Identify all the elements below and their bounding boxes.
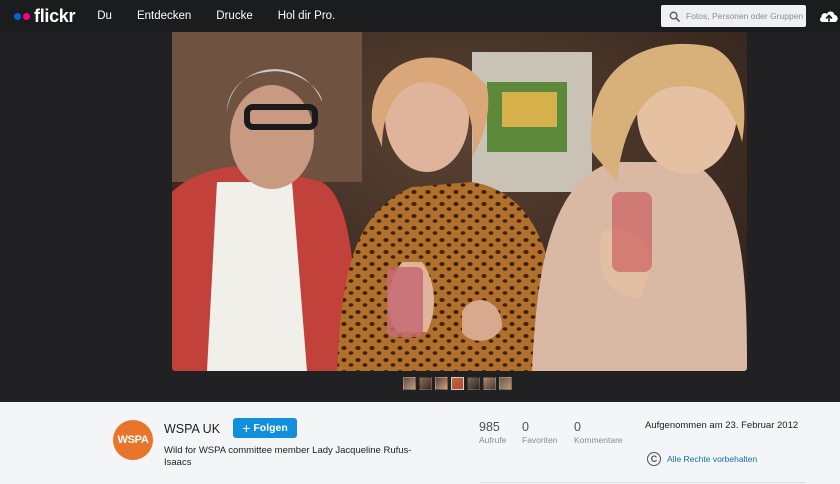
license-text: Alle Rechte vorbehalten xyxy=(667,454,758,464)
faves-label: Favoriten xyxy=(522,435,558,445)
photo-filmstrip xyxy=(403,377,512,390)
divider xyxy=(480,482,806,483)
photo-info-panel: WSPA WSPA UK + Folgen Wild for WSPA comm… xyxy=(0,402,840,484)
follow-button[interactable]: + Folgen xyxy=(233,418,297,438)
faves-count: 0 xyxy=(522,420,529,434)
filmstrip-thumb[interactable] xyxy=(435,377,448,390)
plus-icon: + xyxy=(242,420,251,436)
date-taken: Aufgenommen am 23. Februar 2012 xyxy=(645,420,799,431)
search-input[interactable] xyxy=(686,11,804,21)
views-stat: 985 Aufrufe xyxy=(479,420,506,445)
views-count: 985 xyxy=(479,420,500,434)
nav-item-du[interactable]: Du xyxy=(97,10,112,22)
cloud-upload-icon[interactable] xyxy=(818,7,840,25)
logo-dots-icon xyxy=(14,12,30,20)
faves-stat[interactable]: 0 Favoriten xyxy=(522,420,557,445)
comments-stat[interactable]: 0 Kommentare xyxy=(574,420,623,445)
follow-label: Folgen xyxy=(253,422,288,434)
filmstrip-thumb[interactable] xyxy=(499,377,512,390)
filmstrip-thumb-active[interactable] xyxy=(451,377,464,390)
nav-item-hol-dir-pro[interactable]: Hol dir Pro. xyxy=(278,10,336,22)
photo-stage xyxy=(0,32,840,402)
owner-name-link[interactable]: WSPA UK xyxy=(164,422,220,436)
views-label: Aufrufe xyxy=(479,435,507,445)
filmstrip-thumb[interactable] xyxy=(419,377,432,390)
logo-text: flickr xyxy=(34,5,76,26)
nav-item-drucke[interactable]: Drucke xyxy=(216,10,252,22)
filmstrip-thumb[interactable] xyxy=(483,377,496,390)
owner-avatar[interactable]: WSPA xyxy=(113,420,153,460)
filmstrip-thumb[interactable] xyxy=(403,377,416,390)
main-nav: Du Entdecken Drucke Hol dir Pro. xyxy=(97,10,360,22)
flickr-logo[interactable]: flickr xyxy=(14,5,76,27)
comments-count: 0 xyxy=(574,420,581,434)
copyright-icon: C xyxy=(647,452,661,466)
filmstrip-thumb[interactable] xyxy=(467,377,480,390)
main-photo[interactable] xyxy=(172,32,747,371)
nav-item-entdecken[interactable]: Entdecken xyxy=(137,10,191,22)
avatar-text: WSPA xyxy=(117,434,149,446)
comments-label: Kommentare xyxy=(574,435,623,445)
search-box[interactable] xyxy=(661,5,806,27)
license-link[interactable]: C Alle Rechte vorbehalten xyxy=(647,452,757,466)
photo-title: Wild for WSPA committee member Lady Jacq… xyxy=(164,445,412,468)
search-icon xyxy=(669,11,680,22)
